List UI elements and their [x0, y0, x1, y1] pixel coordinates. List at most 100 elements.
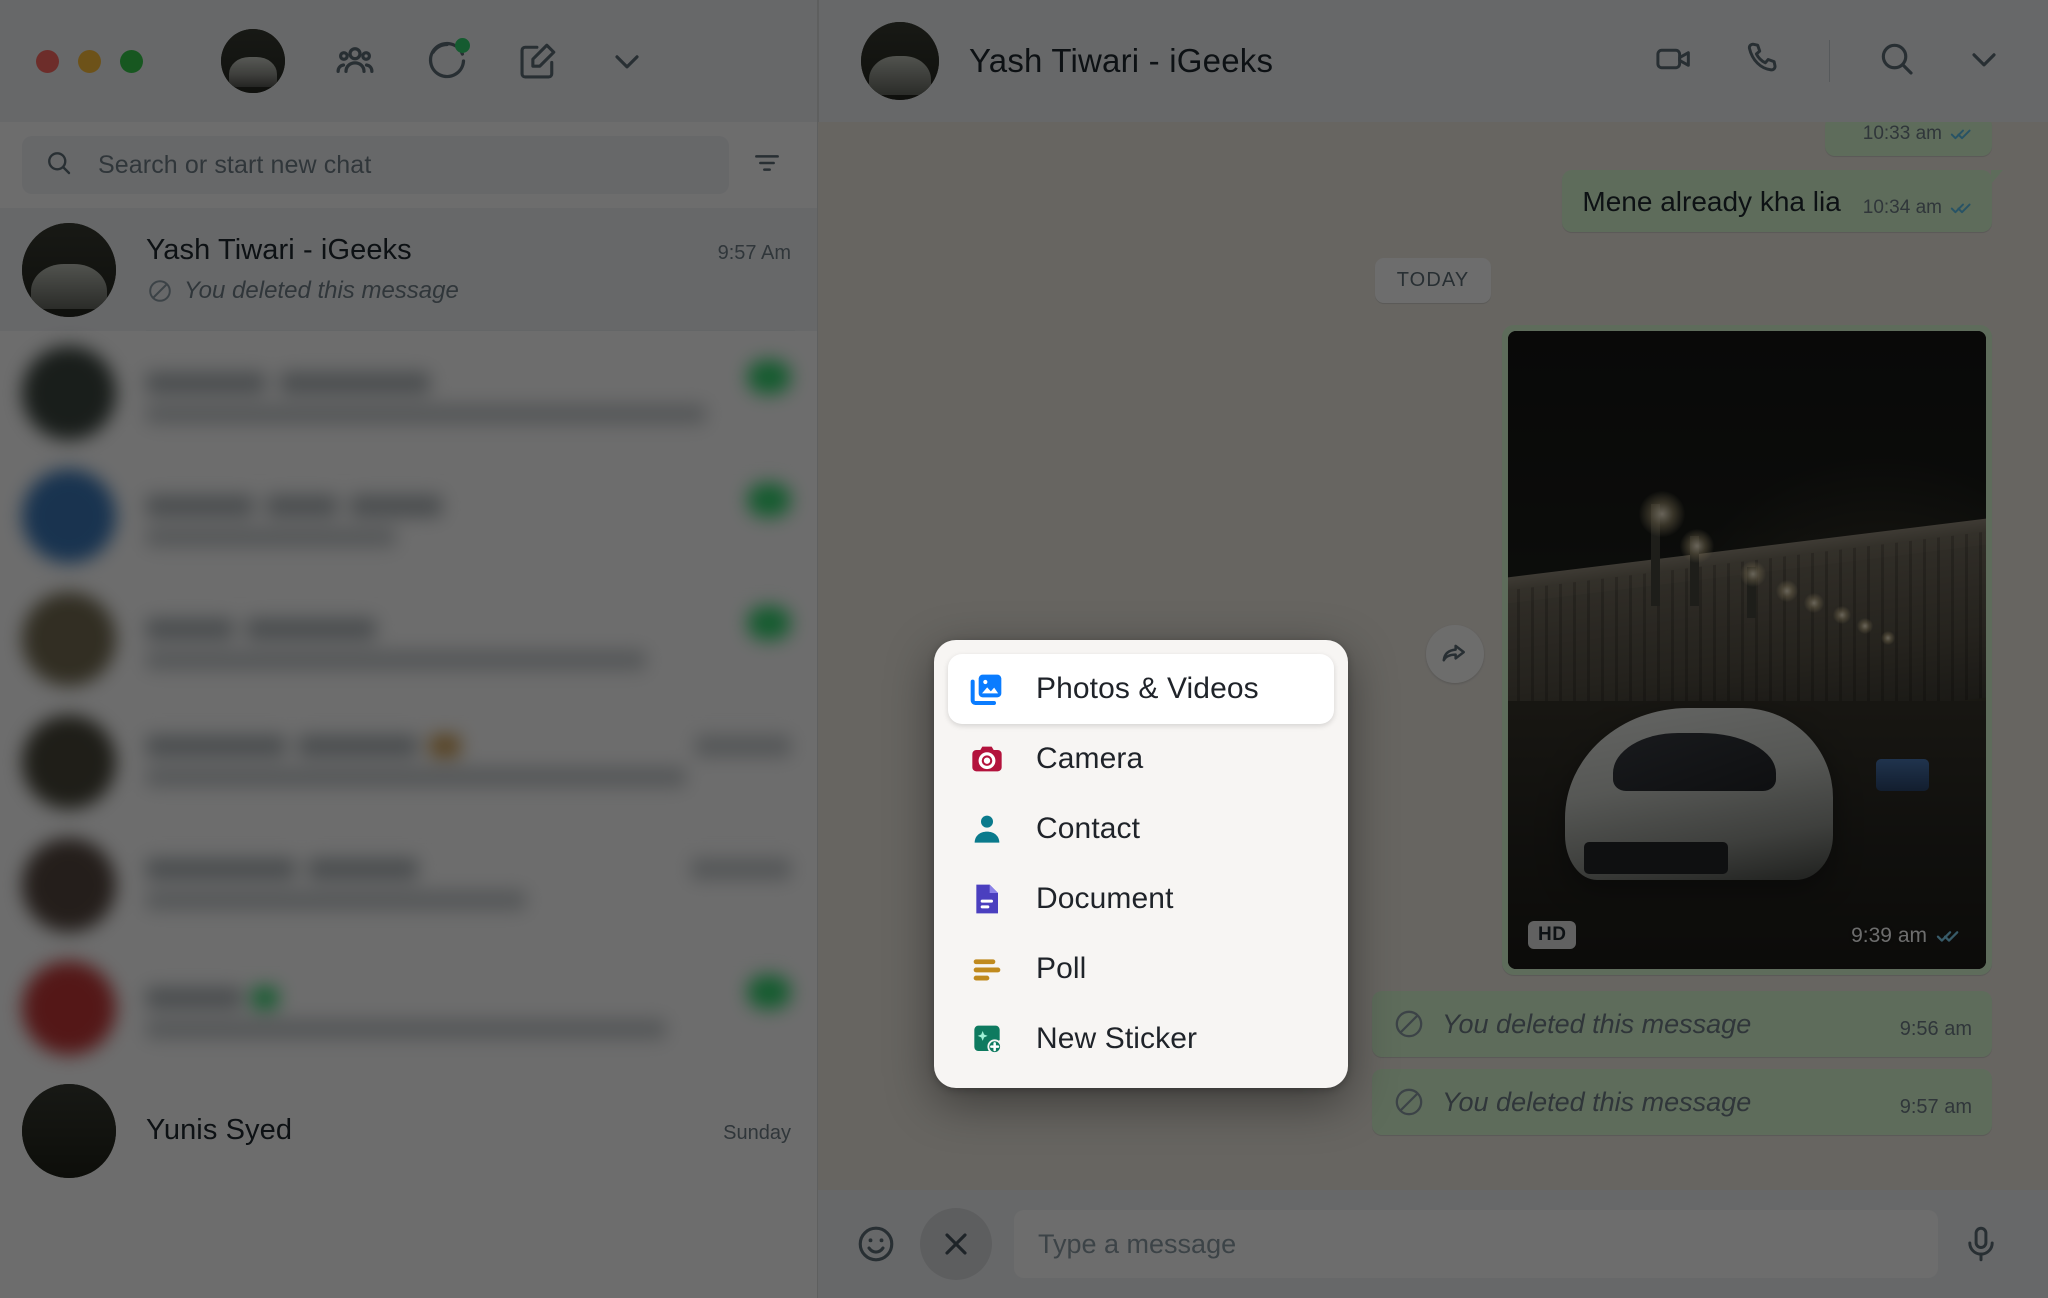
- whatsapp-desktop-window: Search or start new chat Yash Tiwari - i…: [0, 0, 2048, 1298]
- read-receipt-icon: [1950, 196, 1974, 220]
- attachment-menu-label: Camera: [1036, 742, 1144, 775]
- photos-videos-icon: [966, 668, 1008, 710]
- close-window-button[interactable]: [36, 49, 59, 73]
- day-separator-label: TODAY: [1374, 258, 1492, 304]
- search-row: Search or start new chat: [0, 122, 817, 208]
- read-receipt-icon: [1936, 923, 1962, 949]
- avatar: [22, 1083, 116, 1178]
- avatar: [22, 468, 116, 563]
- contact-icon: [966, 808, 1008, 850]
- chat-list-item[interactable]: [0, 700, 817, 823]
- day-separator: TODAY: [874, 258, 1992, 304]
- message-text: You deleted this message: [1442, 1086, 1752, 1117]
- message-bubble-deleted[interactable]: You deleted this message 9:56 am: [1372, 991, 1992, 1058]
- new-sticker-icon: [966, 1018, 1008, 1060]
- conversation-header: Yash Tiwari - iGeeks: [818, 0, 2048, 122]
- chat-item-name: Yash Tiwari - iGeeks: [146, 233, 412, 266]
- chat-item-time: 9:57 Am: [717, 241, 791, 264]
- message-row[interactable]: 10:33 am: [874, 122, 1992, 156]
- message-image[interactable]: HD 9:39 am: [1508, 331, 1986, 970]
- attachment-menu-item-new-sticker[interactable]: New Sticker: [948, 1004, 1334, 1074]
- document-icon: [966, 878, 1008, 920]
- attachment-menu-item-poll[interactable]: Poll: [948, 934, 1334, 1004]
- forward-icon[interactable]: [1426, 625, 1484, 684]
- message-time: 10:33 am: [1862, 123, 1942, 144]
- camera-icon: [966, 738, 1008, 780]
- message-time: 9:56 am: [1899, 1018, 1972, 1041]
- search-icon[interactable]: [1876, 38, 1918, 85]
- message-bubble-outgoing[interactable]: 10:33 am: [1824, 122, 1992, 156]
- blocked-icon: [146, 277, 174, 305]
- message-text: Mene already kha lia: [1582, 186, 1841, 217]
- sidebar-toolbar: [0, 0, 817, 122]
- image-detail: [1876, 758, 1929, 791]
- chat-list-item[interactable]: [0, 454, 817, 577]
- avatar: [22, 960, 116, 1055]
- chat-list-item[interactable]: [0, 946, 817, 1069]
- close-attach-menu-button[interactable]: [920, 1208, 992, 1280]
- message-bubble-image[interactable]: HD 9:39 am: [1502, 325, 1992, 976]
- status-icon[interactable]: [425, 38, 470, 83]
- chat-list-item-yunis-syed[interactable]: Yunis Syed Sunday: [0, 1069, 817, 1192]
- minimize-window-button[interactable]: [78, 49, 101, 73]
- my-profile-avatar[interactable]: [221, 29, 285, 93]
- search-input[interactable]: Search or start new chat: [22, 136, 729, 194]
- voice-call-icon[interactable]: [1741, 38, 1783, 85]
- microphone-icon[interactable]: [1960, 1223, 2002, 1265]
- image-detail: [1584, 841, 1728, 874]
- chat-item-preview: You deleted this message: [184, 276, 459, 304]
- video-call-icon[interactable]: [1653, 38, 1695, 85]
- hd-badge: HD: [1528, 921, 1577, 950]
- attachment-menu[interactable]: Photos & Videos Camera Contact Document …: [934, 640, 1348, 1088]
- attachment-menu-label: Contact: [1036, 812, 1141, 845]
- avatar-detail: [228, 57, 278, 87]
- message-composer: Type a message: [818, 1190, 2048, 1298]
- chat-list-item[interactable]: [0, 577, 817, 700]
- message-input[interactable]: Type a message: [1014, 1210, 1938, 1278]
- avatar: [22, 591, 116, 686]
- search-icon: [44, 148, 74, 183]
- zoom-window-button[interactable]: [120, 49, 143, 73]
- message-input-placeholder: Type a message: [1038, 1228, 1237, 1259]
- attachment-menu-item-camera[interactable]: Camera: [948, 724, 1334, 794]
- message-text: You deleted this message: [1442, 1008, 1752, 1039]
- attachment-menu-label: New Sticker: [1036, 1022, 1198, 1055]
- chat-item-time: Sunday: [723, 1122, 791, 1144]
- avatar: [22, 714, 116, 809]
- message-time: 10:34 am: [1862, 197, 1942, 219]
- chat-item-name: Yunis Syed: [146, 1114, 293, 1146]
- search-placeholder: Search or start new chat: [98, 150, 372, 179]
- chat-list-item-yash-tiwari[interactable]: Yash Tiwari - iGeeks 9:57 Am You deleted…: [0, 208, 817, 331]
- page-title: Yash Tiwari - iGeeks: [969, 42, 1274, 79]
- header-divider: [1829, 40, 1830, 82]
- message-time: 9:57 am: [1899, 1096, 1972, 1119]
- contact-avatar[interactable]: [861, 22, 939, 100]
- attachment-menu-label: Document: [1036, 882, 1174, 915]
- filter-icon[interactable]: [743, 139, 791, 192]
- chat-list-item[interactable]: [0, 331, 817, 454]
- chat-list[interactable]: Yash Tiwari - iGeeks 9:57 Am You deleted…: [0, 208, 817, 1298]
- message-time: 9:39 am: [1851, 924, 1927, 948]
- poll-icon: [966, 948, 1008, 990]
- avatar: [22, 345, 116, 440]
- chat-list-item[interactable]: [0, 823, 817, 946]
- read-receipt-icon: [1950, 122, 1974, 146]
- window-traffic-lights[interactable]: [36, 49, 143, 73]
- message-bubble-outgoing[interactable]: Mene already kha lia 10:34 am: [1562, 170, 2003, 233]
- emoji-icon[interactable]: [854, 1222, 898, 1266]
- communities-icon[interactable]: [332, 38, 378, 84]
- new-chat-icon[interactable]: [516, 39, 560, 83]
- message-bubble-deleted[interactable]: You deleted this message 9:57 am: [1372, 1069, 1992, 1136]
- blocked-icon: [1392, 1007, 1426, 1041]
- attachment-menu-item-document[interactable]: Document: [948, 864, 1334, 934]
- attachment-menu-label: Poll: [1036, 952, 1087, 985]
- message-row[interactable]: Mene already kha lia 10:34 am: [874, 170, 2003, 233]
- chevron-down-icon[interactable]: [1964, 39, 2004, 84]
- avatar: [22, 837, 116, 932]
- chevron-down-icon[interactable]: [607, 41, 647, 81]
- attachment-menu-item-photos-videos[interactable]: Photos & Videos: [948, 654, 1334, 724]
- status-unread-dot: [455, 38, 470, 53]
- sidebar-panel: Search or start new chat Yash Tiwari - i…: [0, 0, 818, 1298]
- attachment-menu-item-contact[interactable]: Contact: [948, 794, 1334, 864]
- bubble-tail: [1991, 170, 2003, 184]
